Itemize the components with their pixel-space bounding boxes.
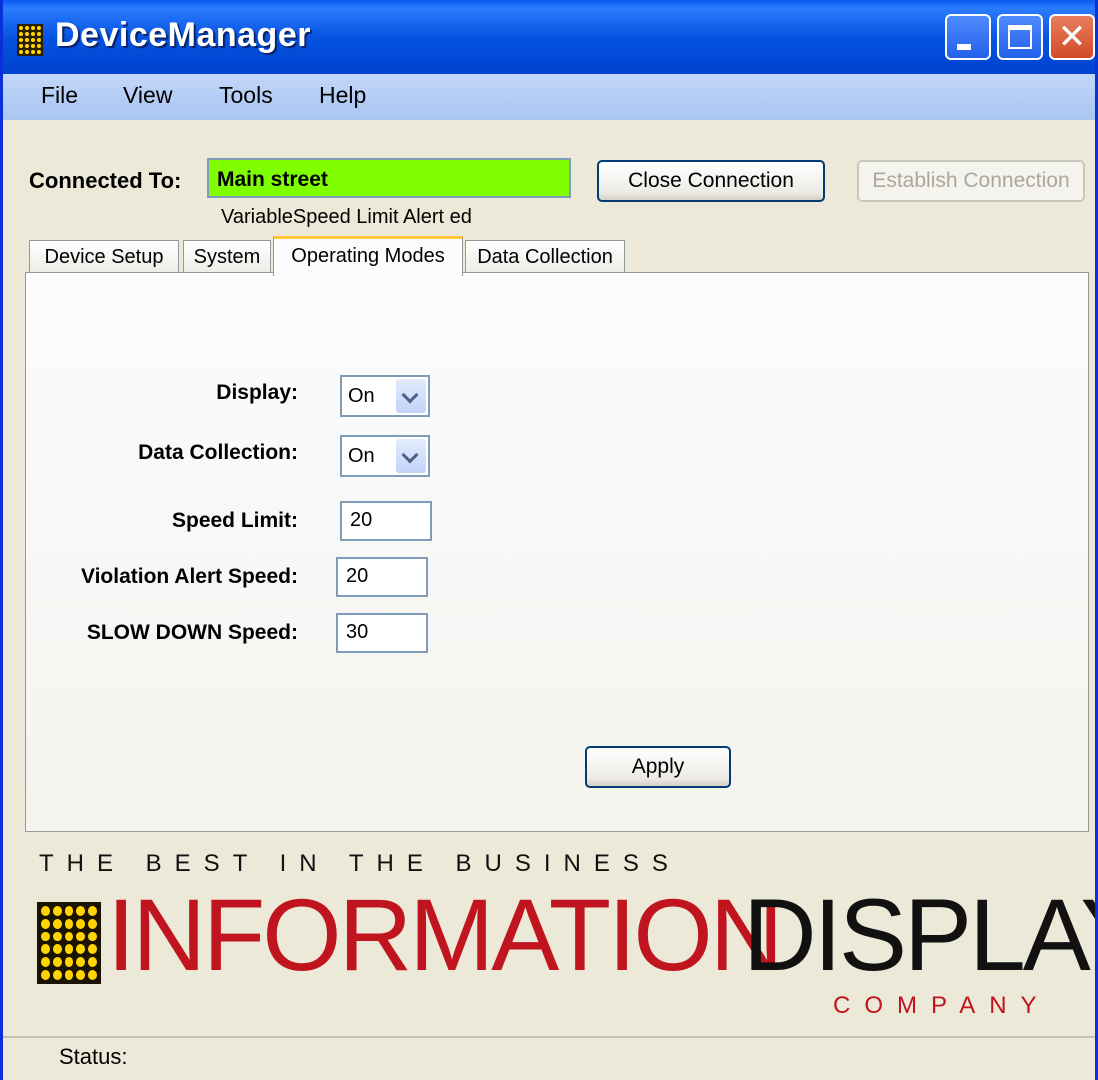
slow-down-speed-label: SLOW DOWN Speed: bbox=[86, 621, 298, 644]
app-icon bbox=[17, 24, 43, 56]
connected-to-field: Main street bbox=[207, 158, 571, 198]
title-bar[interactable]: DeviceManager ✕ bbox=[3, 0, 1095, 84]
company-name-black: DISPLAY bbox=[743, 878, 1095, 992]
slow-down-speed-input[interactable]: 30 bbox=[336, 613, 428, 653]
apply-button[interactable]: Apply bbox=[585, 746, 731, 788]
chevron-down-icon[interactable] bbox=[396, 439, 426, 473]
violation-alert-speed-input[interactable]: 20 bbox=[336, 557, 428, 597]
display-select[interactable]: On bbox=[340, 375, 430, 417]
menu-tools[interactable]: Tools bbox=[219, 82, 273, 109]
data-collection-value: On bbox=[348, 445, 375, 467]
alert-status-text: VariableSpeed Limit Alert ed bbox=[221, 206, 472, 228]
display-label: Display: bbox=[216, 381, 298, 404]
close-button[interactable]: ✕ bbox=[1049, 14, 1095, 60]
menu-bar: File View Tools Help bbox=[3, 74, 1095, 120]
close-icon: ✕ bbox=[1057, 17, 1087, 57]
chevron-down-icon[interactable] bbox=[396, 379, 426, 413]
violation-alert-speed-label: Violation Alert Speed: bbox=[80, 565, 298, 588]
tab-data-collection[interactable]: Data Collection bbox=[465, 240, 625, 274]
menu-file[interactable]: File bbox=[41, 82, 78, 109]
operating-modes-panel: Display: On Data Collection: On Speed Li… bbox=[25, 272, 1089, 832]
speed-limit-label: Speed Limit: bbox=[171, 509, 298, 532]
window-title: DeviceManager bbox=[55, 16, 311, 54]
tab-system[interactable]: System bbox=[183, 240, 271, 274]
minimize-button[interactable] bbox=[945, 14, 991, 60]
company-logo-icon bbox=[37, 902, 101, 984]
company-name-red: INFORMATION bbox=[107, 878, 783, 992]
menu-view[interactable]: View bbox=[123, 82, 172, 109]
connected-to-label: Connected To: bbox=[29, 168, 182, 193]
close-connection-button[interactable]: Close Connection bbox=[597, 160, 825, 202]
company-slogan: THE BEST IN THE BUSINESS bbox=[39, 850, 681, 877]
tab-device-setup[interactable]: Device Setup bbox=[29, 240, 179, 274]
display-value: On bbox=[348, 385, 375, 407]
status-label: Status: bbox=[59, 1044, 128, 1069]
tab-operating-modes[interactable]: Operating Modes bbox=[273, 236, 463, 276]
speed-limit-input[interactable]: 20 bbox=[340, 501, 432, 541]
data-collection-label: Data Collection: bbox=[138, 441, 298, 464]
data-collection-select[interactable]: On bbox=[340, 435, 430, 477]
status-bar: Status: bbox=[3, 1036, 1095, 1080]
menu-help[interactable]: Help bbox=[319, 82, 366, 109]
device-manager-window: DeviceManager ✕ File View Tools Help Con… bbox=[0, 0, 1098, 1080]
maximize-button[interactable] bbox=[997, 14, 1043, 60]
company-word: COMPANY bbox=[833, 992, 1051, 1019]
establish-connection-button: Establish Connection bbox=[857, 160, 1085, 202]
